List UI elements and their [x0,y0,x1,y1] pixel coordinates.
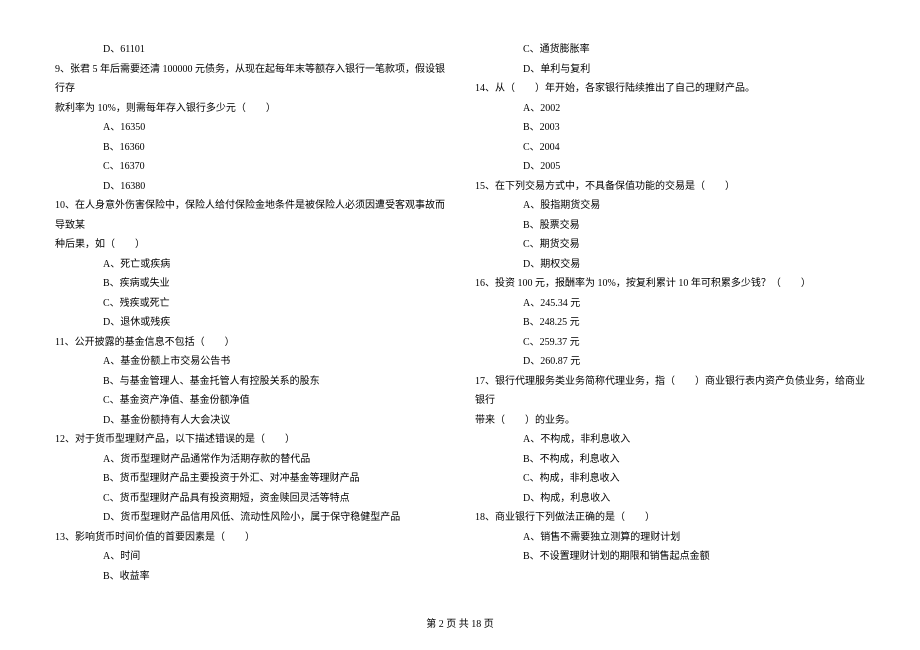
answer-option: A、销售不需要独立测算的理财计划 [475,528,865,548]
question-line: 10、在人身意外伤害保险中，保险人给付保险金地条件是被保险人必须因遭受客观事故而… [55,196,445,235]
page-footer: 第 2 页 共 18 页 [0,615,920,630]
answer-option: C、通货膨胀率 [475,40,865,60]
answer-option: A、基金份额上市交易公告书 [55,352,445,372]
answer-option: D、16380 [55,177,445,197]
question-line-continued: 种后果，如（ ） [55,235,445,255]
answer-option: B、不构成，利息收入 [475,450,865,470]
answer-option: D、2005 [475,157,865,177]
question-line: 12、对于货币型理财产品，以下描述错误的是（ ） [55,430,445,450]
right-column: C、通货膨胀率D、单利与复利14、从（ ）年开始，各家银行陆续推出了自己的理财产… [475,40,865,600]
answer-option: D、货币型理财产品信用风低、流动性风险小，属于保守稳健型产品 [55,508,445,528]
question-line: 13、影响货币时间价值的首要因素是（ ） [55,528,445,548]
answer-option: C、期货交易 [475,235,865,255]
answer-option: D、单利与复利 [475,60,865,80]
question-line: 17、银行代理服务类业务简称代理业务，指（ ）商业银行表内资产负债业务，给商业银… [475,372,865,411]
answer-option: D、61101 [55,40,445,60]
question-line: 9、张君 5 年后需要还清 100000 元债务，从现在起每年末等额存入银行一笔… [55,60,445,99]
answer-option: C、16370 [55,157,445,177]
answer-option: A、不构成，非利息收入 [475,430,865,450]
page-number: 第 2 页 共 18 页 [426,619,494,630]
answer-option: B、16360 [55,138,445,158]
answer-option: B、疾病或失业 [55,274,445,294]
answer-option: C、构成，非利息收入 [475,469,865,489]
answer-option: A、时间 [55,547,445,567]
answer-option: A、货币型理财产品通常作为活期存款的替代品 [55,450,445,470]
answer-option: A、245.34 元 [475,294,865,314]
question-line-continued: 款利率为 10%，则需每年存入银行多少元（ ） [55,99,445,119]
answer-option: A、股指期货交易 [475,196,865,216]
answer-option: C、基金资产净值、基金份额净值 [55,391,445,411]
question-line: 18、商业银行下列做法正确的是（ ） [475,508,865,528]
answer-option: B、与基金管理人、基金托管人有控股关系的股东 [55,372,445,392]
answer-option: D、退休或残疾 [55,313,445,333]
content-area: D、611019、张君 5 年后需要还清 100000 元债务，从现在起每年末等… [55,40,865,600]
question-line: 16、投资 100 元，报酬率为 10%，按复利累计 10 年可积累多少钱？（ … [475,274,865,294]
answer-option: B、收益率 [55,567,445,587]
answer-option: D、基金份额持有人大会决议 [55,411,445,431]
answer-option: C、残疾或死亡 [55,294,445,314]
answer-option: B、不设置理财计划的期限和销售起点金额 [475,547,865,567]
question-line: 11、公开披露的基金信息不包括（ ） [55,333,445,353]
answer-option: D、构成，利息收入 [475,489,865,509]
answer-option: B、2003 [475,118,865,138]
answer-option: B、248.25 元 [475,313,865,333]
answer-option: B、货币型理财产品主要投资于外汇、对冲基金等理财产品 [55,469,445,489]
question-line: 14、从（ ）年开始，各家银行陆续推出了自己的理财产品。 [475,79,865,99]
question-line: 15、在下列交易方式中，不具备保值功能的交易是（ ） [475,177,865,197]
question-line-continued: 带来（ ）的业务。 [475,411,865,431]
answer-option: A、16350 [55,118,445,138]
answer-option: B、股票交易 [475,216,865,236]
answer-option: C、259.37 元 [475,333,865,353]
answer-option: A、2002 [475,99,865,119]
answer-option: A、死亡或疾病 [55,255,445,275]
answer-option: D、260.87 元 [475,352,865,372]
answer-option: C、2004 [475,138,865,158]
answer-option: C、货币型理财产品具有投资期短，资金赎回灵活等特点 [55,489,445,509]
left-column: D、611019、张君 5 年后需要还清 100000 元债务，从现在起每年末等… [55,40,445,600]
answer-option: D、期权交易 [475,255,865,275]
